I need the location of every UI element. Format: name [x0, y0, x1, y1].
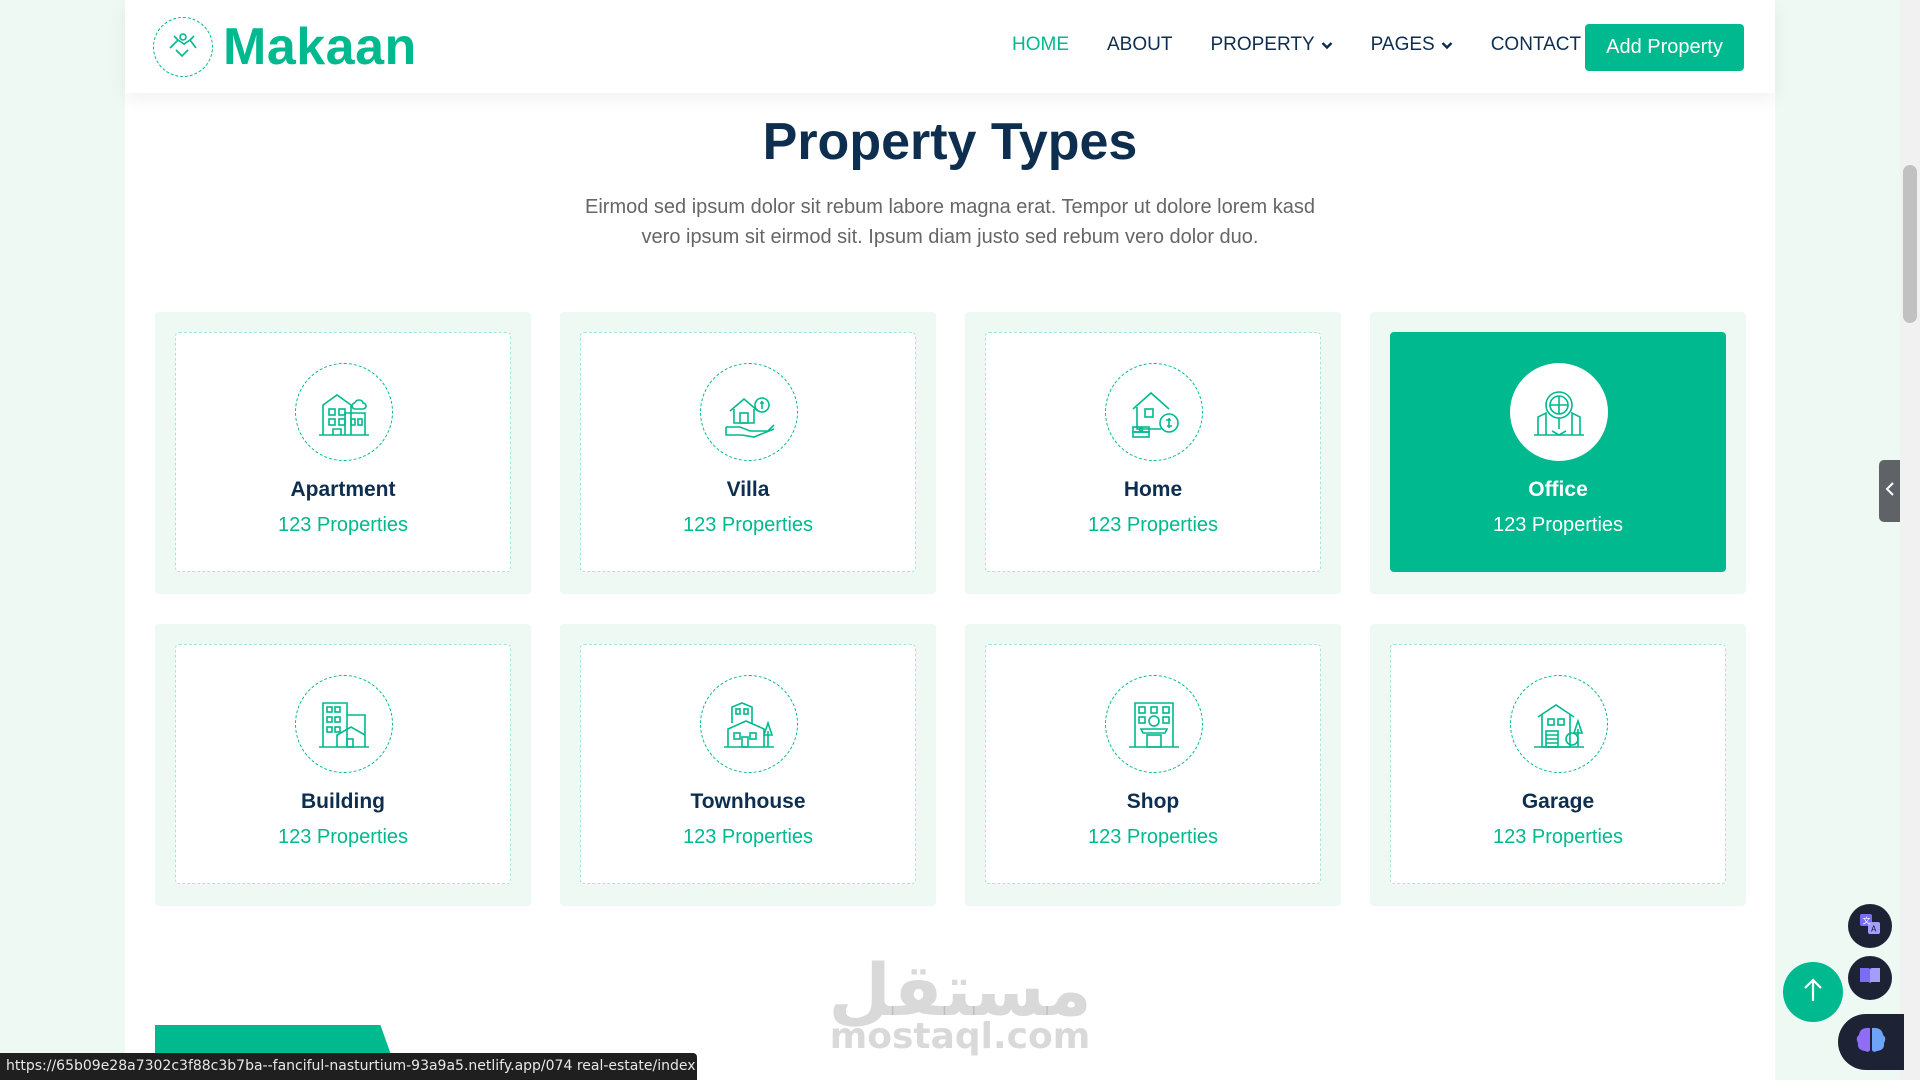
card-inner: Townhouse 123 Properties: [580, 644, 916, 884]
arrow-up-icon: [1802, 977, 1824, 1008]
card-title: Garage: [1521, 790, 1595, 813]
property-card-garage[interactable]: Garage 123 Properties: [1370, 624, 1746, 906]
back-to-top-button[interactable]: [1783, 962, 1843, 1022]
property-card-home[interactable]: Home 123 Properties: [965, 312, 1341, 594]
shop-icon: [1105, 675, 1203, 773]
nav-property-label: PROPERTY: [1210, 34, 1315, 55]
card-inner: Building 123 Properties: [175, 644, 511, 884]
property-card-office[interactable]: Office 123 Properties: [1370, 312, 1746, 594]
card-title: Office: [1528, 478, 1588, 501]
add-property-button[interactable]: Add Property: [1585, 24, 1744, 71]
side-panel-toggle[interactable]: [1879, 460, 1900, 522]
brand-name: Makaan: [223, 18, 417, 76]
property-card-villa[interactable]: Villa 123 Properties: [560, 312, 936, 594]
section-title: Property Types: [762, 113, 1138, 171]
card-count: 123 Properties: [277, 826, 409, 848]
chevron-down-icon: [1441, 34, 1453, 56]
card-title: Villa: [726, 478, 770, 501]
card-title: Home: [1123, 478, 1183, 501]
watermark-latin: mostaql.com: [829, 1016, 1091, 1057]
card-count: 123 Properties: [1087, 826, 1219, 848]
reader-extension-button[interactable]: [1848, 956, 1892, 1000]
card-count: 123 Properties: [682, 826, 814, 848]
translate-extension-button[interactable]: 文 A: [1848, 904, 1892, 948]
nav-contact-label: CONTACT: [1490, 34, 1582, 55]
chevron-left-icon: [1885, 481, 1895, 502]
property-card-townhouse[interactable]: Townhouse 123 Properties: [560, 624, 936, 906]
card-inner: Home 123 Properties: [985, 332, 1321, 572]
chevron-down-icon: [1321, 34, 1333, 56]
section-description-line1: Eirmod sed ipsum dolor sit rebum labore …: [585, 196, 1315, 218]
card-inner: Garage 123 Properties: [1390, 644, 1726, 884]
card-inner: Office 123 Properties: [1390, 332, 1726, 572]
townhouse-icon: [700, 675, 798, 773]
nav-home[interactable]: HOME: [1012, 34, 1069, 56]
book-icon: [1858, 965, 1882, 992]
scrollbar-thumb[interactable]: [1903, 165, 1917, 323]
nav-property[interactable]: PROPERTY: [1210, 34, 1332, 56]
card-title: Townhouse: [690, 790, 806, 813]
section-description-line2: vero ipsum sit eirmod sit. Ipsum diam ju…: [641, 226, 1259, 248]
section-description: Eirmod sed ipsum dolor sit rebum labore …: [575, 192, 1325, 252]
nav-home-label: HOME: [1012, 34, 1069, 55]
property-card-apartment[interactable]: Apartment 123 Properties: [155, 312, 531, 594]
card-count: 123 Properties: [277, 514, 409, 536]
nav-pages[interactable]: PAGES: [1371, 34, 1453, 56]
card-title: Apartment: [290, 478, 396, 501]
nav-about-label: ABOUT: [1107, 34, 1173, 55]
nav-contact[interactable]: CONTACT: [1491, 34, 1581, 56]
card-count: 123 Properties: [682, 514, 814, 536]
nav-pages-label: PAGES: [1370, 34, 1435, 55]
navbar: Makaan HOME ABOUT PROPERTY PAGES CONTACT…: [125, 0, 1775, 93]
card-inner: Shop 123 Properties: [985, 644, 1321, 884]
card-title: Building: [301, 790, 385, 813]
apartment-icon: [295, 363, 393, 461]
scrollbar-track[interactable]: [1900, 0, 1920, 1080]
handshake-icon: [153, 17, 213, 77]
office-icon: [1510, 363, 1608, 461]
garage-icon: [1510, 675, 1608, 773]
card-count: 123 Properties: [1087, 514, 1219, 536]
brand[interactable]: Makaan: [153, 17, 417, 77]
nav-about[interactable]: ABOUT: [1107, 34, 1172, 56]
status-bar-url: https://65b09e28a7302c3f88c3b7ba--fancif…: [0, 1053, 697, 1080]
property-card-building[interactable]: Building 123 Properties: [155, 624, 531, 906]
translate-icon: 文 A: [1858, 912, 1882, 941]
nav-links: HOME ABOUT PROPERTY PAGES CONTACT: [1012, 34, 1619, 56]
card-inner: Apartment 123 Properties: [175, 332, 511, 572]
card-inner: Villa 123 Properties: [580, 332, 916, 572]
building-icon: [295, 675, 393, 773]
brain-icon: [1854, 1025, 1888, 1060]
property-card-shop[interactable]: Shop 123 Properties: [965, 624, 1341, 906]
villa-icon: [700, 363, 798, 461]
card-count: 123 Properties: [1492, 514, 1624, 536]
card-count: 123 Properties: [1492, 826, 1624, 848]
card-title: Shop: [1126, 790, 1180, 813]
svg-text:文: 文: [1863, 915, 1871, 925]
svg-text:A: A: [1871, 924, 1877, 933]
home-icon: [1105, 363, 1203, 461]
ai-assistant-button[interactable]: [1838, 1014, 1904, 1070]
